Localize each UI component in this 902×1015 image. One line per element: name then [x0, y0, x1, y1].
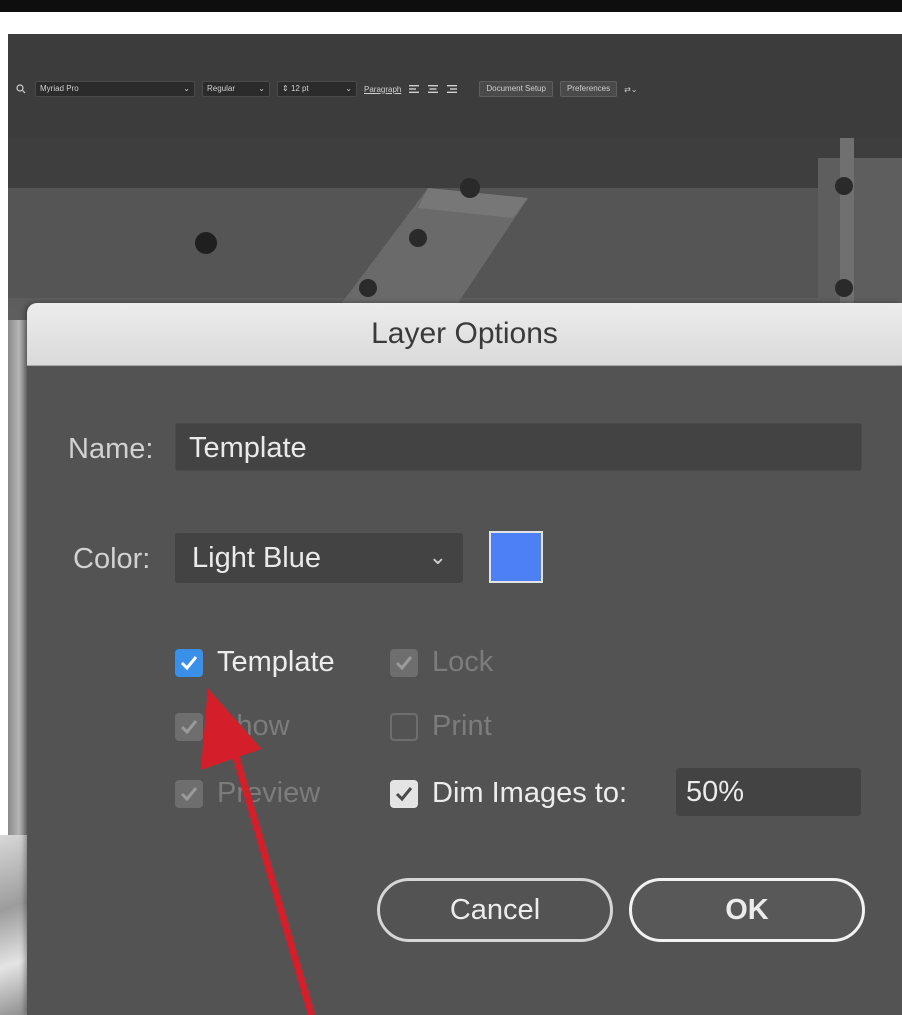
top-bezel — [0, 0, 902, 12]
chevron-down-icon: ⌄ — [428, 544, 447, 569]
color-select[interactable]: Light Blue ⌄ — [175, 533, 463, 583]
template-checkbox[interactable]: Template — [175, 646, 335, 679]
checkbox-checked-icon — [175, 779, 203, 808]
print-label: Print — [432, 710, 492, 742]
control-bar: Myriad Pro ⌄ Regular ⌄ ⇕ 12 pt ⌄ Paragra… — [8, 72, 902, 106]
preview-label: Preview — [217, 777, 321, 809]
ok-button[interactable]: OK — [629, 878, 865, 942]
color-label: Color: — [73, 543, 151, 575]
name-label: Name: — [68, 433, 154, 465]
preview-checkbox[interactable]: Preview — [175, 777, 320, 810]
checkbox-checked-icon — [175, 648, 203, 677]
show-checkbox[interactable]: Show — [175, 710, 290, 743]
name-input[interactable]: Template — [175, 423, 862, 471]
chevron-down-icon: ⌄ — [345, 84, 352, 93]
lock-checkbox[interactable]: Lock — [390, 646, 493, 679]
search-icon[interactable] — [16, 84, 28, 94]
lock-label: Lock — [432, 646, 494, 678]
color-swatch[interactable] — [489, 531, 543, 583]
print-checkbox[interactable]: Print — [390, 710, 492, 743]
stepper-icon: ⇕ — [282, 84, 289, 93]
color-select-value: Light Blue — [192, 542, 321, 574]
chevron-down-icon: ⌄ — [258, 84, 265, 93]
checkbox-checked-icon — [175, 712, 203, 741]
font-style-select[interactable]: Regular ⌄ — [202, 81, 270, 97]
paragraph-link[interactable]: Paragraph — [364, 85, 401, 94]
align-right-icon[interactable] — [446, 84, 458, 94]
chevron-down-icon: ⌄ — [183, 84, 190, 93]
checkbox-checked-icon — [390, 779, 418, 808]
layer-options-dialog: Layer Options Name: Template Color: Ligh… — [27, 303, 902, 1015]
checkbox-unchecked-icon — [390, 712, 418, 741]
font-size-field[interactable]: ⇕ 12 pt ⌄ — [277, 81, 357, 97]
dim-images-checkbox[interactable]: Dim Images to: — [390, 777, 627, 810]
preferences-button[interactable]: Preferences — [559, 81, 618, 97]
checkbox-checked-icon — [390, 648, 418, 677]
arrange-icon[interactable]: ⇄⌄ — [624, 85, 637, 94]
font-family-select[interactable]: Myriad Pro ⌄ — [35, 81, 195, 97]
dim-images-input[interactable]: 50% — [676, 768, 861, 816]
align-left-icon[interactable] — [408, 84, 420, 94]
dialog-title: Layer Options — [27, 303, 902, 366]
document-setup-button[interactable]: Document Setup — [479, 81, 553, 97]
dim-images-label: Dim Images to: — [432, 777, 627, 809]
template-label: Template — [217, 646, 335, 678]
cancel-button[interactable]: Cancel — [377, 878, 613, 942]
show-label: Show — [217, 710, 290, 742]
artwork-corner — [0, 835, 30, 1015]
align-center-icon[interactable] — [427, 84, 439, 94]
